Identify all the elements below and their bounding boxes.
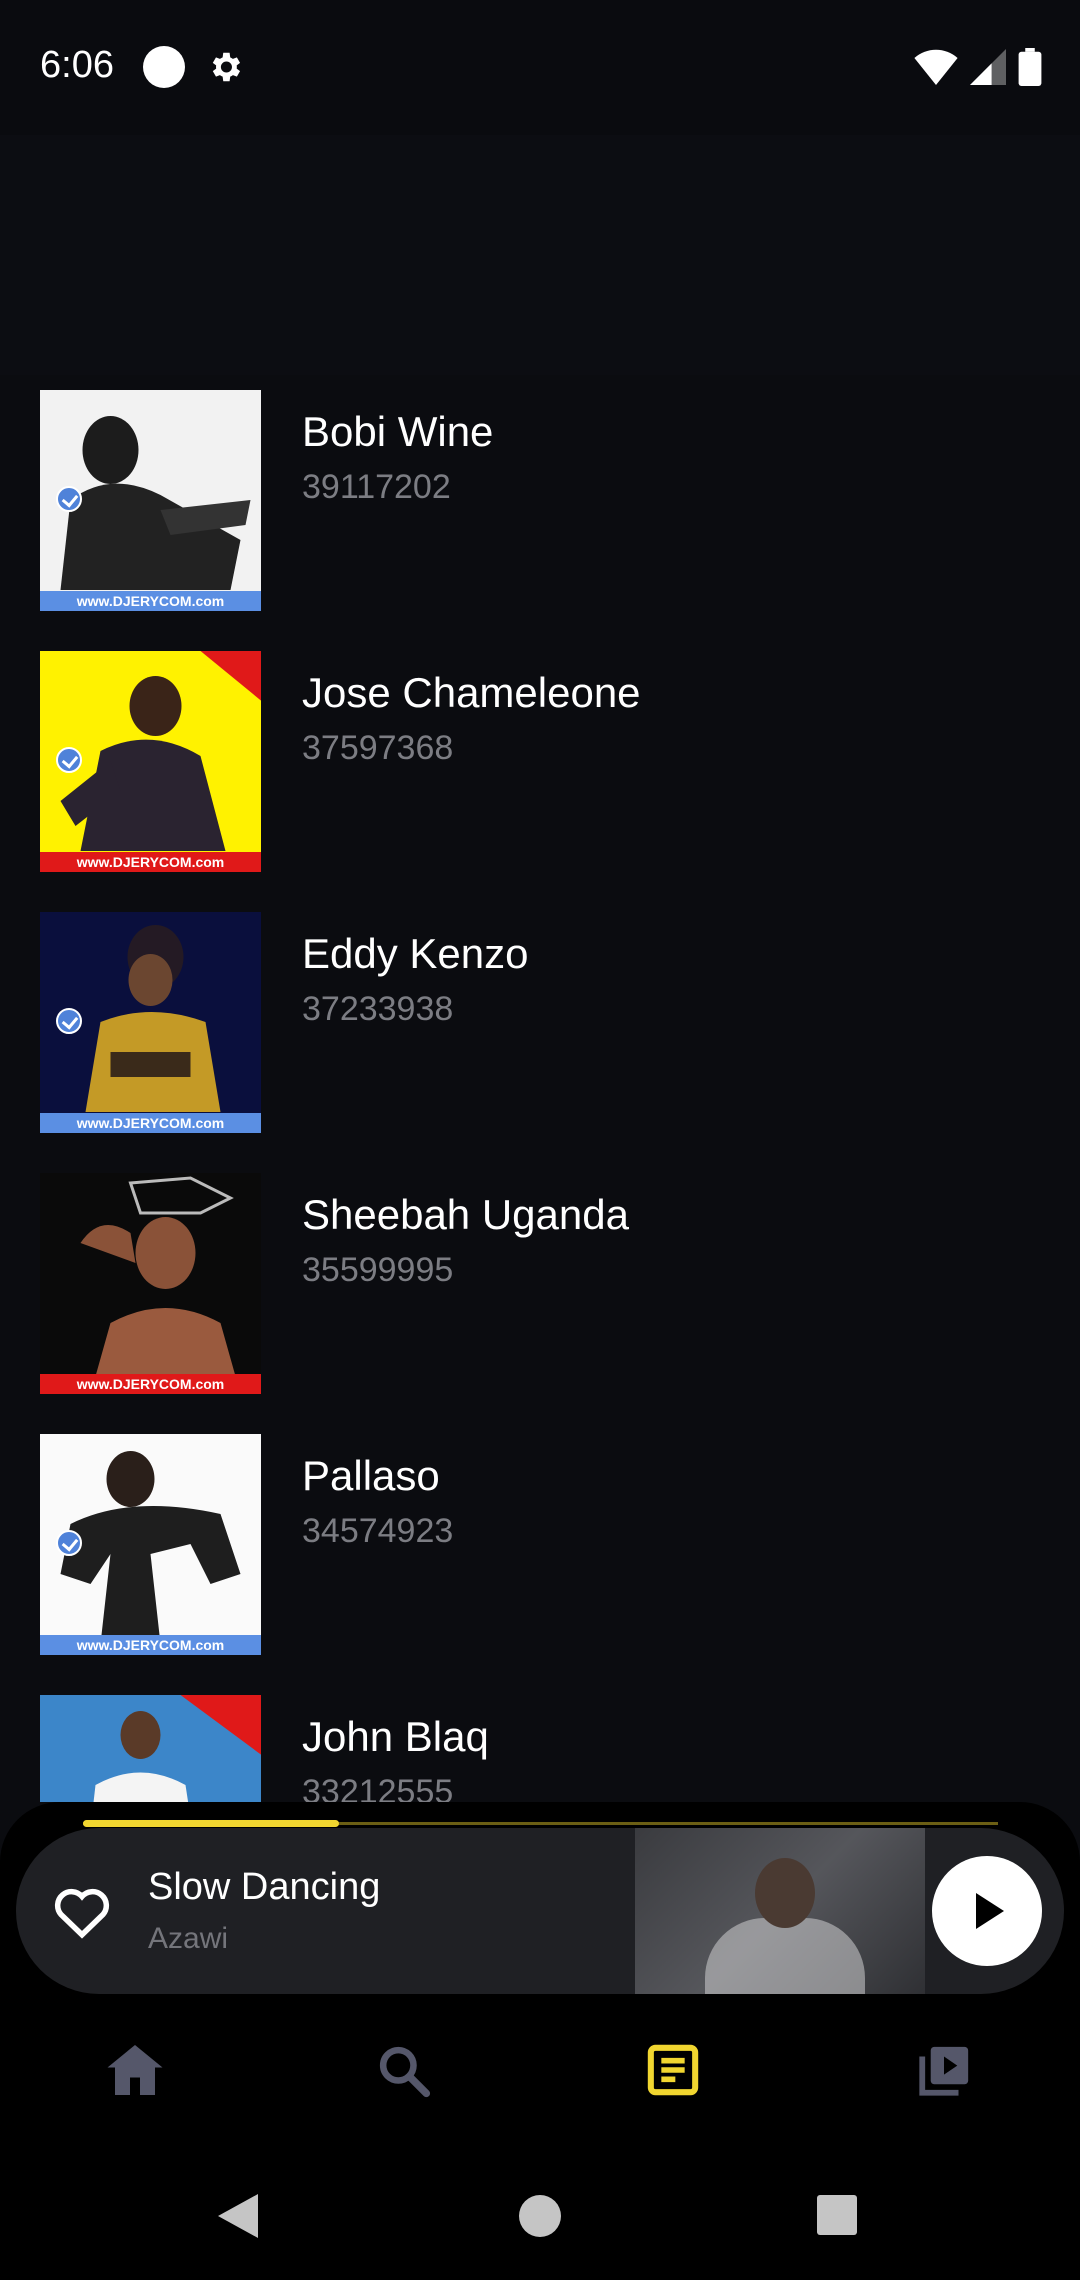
battery-icon <box>1018 48 1042 91</box>
artist-row[interactable]: www.DJERYCOM.com Bobi Wine 39117202 <box>40 390 1040 612</box>
artist-count: 33212555 <box>302 1773 454 1802</box>
artist-name: Jose Chameleone <box>302 669 641 716</box>
bottom-navigation <box>0 2012 1080 2122</box>
playback-progress-bar[interactable] <box>83 1820 998 1827</box>
song-artist: Azawi <box>148 1922 229 1955</box>
artist-name: Pallaso <box>302 1452 440 1499</box>
playback-progress-fill <box>83 1820 340 1827</box>
artist-name: Eddy Kenzo <box>302 930 529 977</box>
home-icon[interactable] <box>105 2042 165 2102</box>
verified-badge-icon <box>56 747 82 773</box>
artist-thumbnail <box>40 1695 261 1802</box>
recents-square-icon[interactable] <box>817 2195 857 2235</box>
artist-watermark: www.DJERYCOM.com <box>40 1374 261 1394</box>
artist-row[interactable]: www.DJERYCOM.com Eddy Kenzo 37233938 <box>40 912 1040 1134</box>
mini-player[interactable]: Slow Dancing Azawi <box>0 1802 1080 2012</box>
artist-row[interactable]: www.DJERYCOM.com Pallaso 34574923 <box>40 1434 1040 1656</box>
verified-badge-icon <box>56 1008 82 1034</box>
song-title: Slow Dancing <box>148 1866 381 1908</box>
album-art-face <box>755 1858 815 1928</box>
artist-count: 34574923 <box>302 1512 454 1550</box>
play-button[interactable] <box>932 1856 1042 1966</box>
favorite-heart-icon[interactable] <box>52 1883 112 1944</box>
home-circle-icon[interactable] <box>519 2195 561 2237</box>
verified-badge-icon <box>56 486 82 512</box>
artist-photo <box>93 1695 261 1802</box>
artist-watermark: www.DJERYCOM.com <box>40 591 261 611</box>
artist-row[interactable]: John Blaq 33212555 <box>40 1695 1040 1802</box>
back-icon[interactable] <box>218 2194 258 2238</box>
artist-thumbnail: www.DJERYCOM.com <box>40 390 261 611</box>
artist-row[interactable]: www.DJERYCOM.com Jose Chameleone 3759736… <box>40 651 1040 873</box>
system-navigation-bar <box>0 2122 1080 2280</box>
header-area <box>0 135 1080 375</box>
now-playing-card[interactable]: Slow Dancing Azawi <box>16 1828 1064 1994</box>
album-art-figure <box>705 1918 865 1994</box>
artist-count: 39117202 <box>302 468 451 506</box>
artist-thumbnail: www.DJERYCOM.com <box>40 912 261 1133</box>
artist-watermark: www.DJERYCOM.com <box>40 1113 261 1133</box>
artist-watermark: www.DJERYCOM.com <box>40 1635 261 1655</box>
artist-row[interactable]: www.DJERYCOM.com Sheebah Uganda 35599995 <box>40 1173 1040 1395</box>
artist-thumbnail: www.DJERYCOM.com <box>40 1434 261 1655</box>
notification-dot-icon <box>143 46 185 88</box>
wifi-icon <box>914 49 958 90</box>
search-icon[interactable] <box>375 2042 435 2102</box>
artist-watermark: www.DJERYCOM.com <box>40 852 261 872</box>
status-bar: 6:06 <box>0 0 1080 135</box>
artist-name: Sheebah Uganda <box>302 1191 629 1238</box>
artist-count: 37233938 <box>302 990 454 1028</box>
artist-photo <box>80 1176 240 1394</box>
status-indicators <box>914 48 1042 91</box>
settings-gear-icon <box>206 48 244 91</box>
artist-thumbnail: www.DJERYCOM.com <box>40 1173 261 1394</box>
library-icon[interactable] <box>645 2042 705 2102</box>
artist-name: Bobi Wine <box>302 408 494 455</box>
status-time: 6:06 <box>40 44 114 86</box>
videos-icon[interactable] <box>915 2042 975 2102</box>
verified-badge-icon <box>56 1530 82 1556</box>
cell-signal-icon <box>970 49 1006 90</box>
album-art <box>635 1828 925 1994</box>
artist-count: 37597368 <box>302 729 454 767</box>
artist-count: 35599995 <box>302 1251 454 1289</box>
artist-list[interactable]: www.DJERYCOM.com Bobi Wine 39117202 www.… <box>0 390 1080 1802</box>
artist-name: John Blaq <box>302 1713 489 1760</box>
artist-thumbnail: www.DJERYCOM.com <box>40 651 261 872</box>
